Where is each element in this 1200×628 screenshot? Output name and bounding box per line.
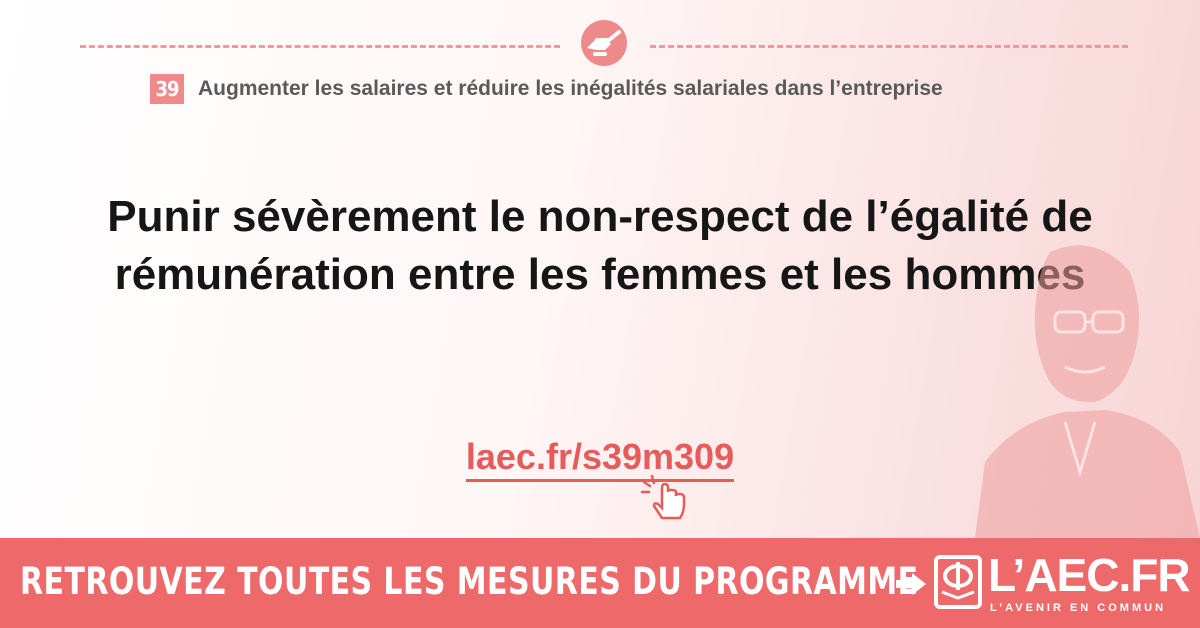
brand-name[interactable]: L’AEC.FR (988, 548, 1191, 602)
phi-book-logo-icon (934, 555, 982, 609)
click-cursor-icon (640, 474, 686, 520)
arrow-right-icon (896, 573, 926, 595)
brand-tagline: L’AVENIR EN COMMUN (990, 602, 1167, 614)
top-divider-right (650, 45, 1128, 48)
measure-title: Augmenter les salaires et réduire les in… (198, 77, 943, 100)
measure-header: 39 Augmenter les salaires et réduire les… (150, 74, 943, 104)
top-divider-left (80, 45, 560, 48)
portrait-illustration (975, 245, 1200, 538)
footer-banner[interactable]: RETROUVEZ TOUTES LES MESURES DU PROGRAMM… (0, 538, 1200, 628)
program-cta[interactable]: RETROUVEZ TOUTES LES MESURES DU PROGRAMM… (20, 560, 919, 603)
short-link-row: laec.fr/s39m309 (0, 436, 1200, 482)
measure-number-badge: 39 (150, 74, 184, 104)
handshake-icon (581, 20, 627, 66)
